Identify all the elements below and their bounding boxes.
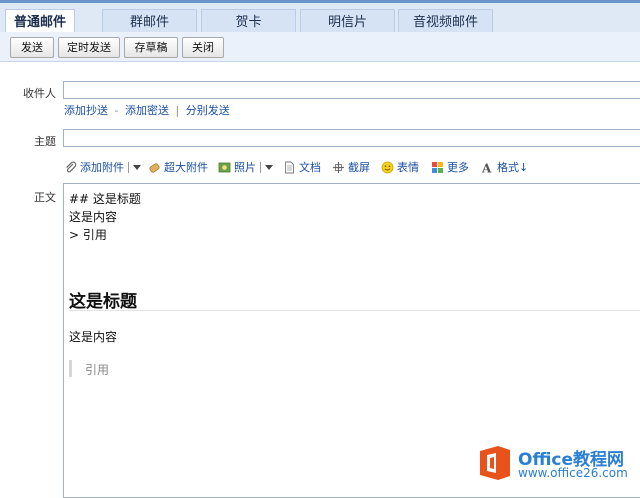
subject-label: 主题	[34, 135, 56, 148]
document-label: 文档	[299, 161, 321, 174]
send-button[interactable]: 发送	[10, 37, 54, 58]
close-button[interactable]: 关闭	[182, 37, 224, 58]
format-icon: A	[481, 161, 492, 174]
recipient-options: 添加抄送 - 添加密送 | 分别发送	[64, 102, 230, 118]
large-attachment-label: 超大附件	[164, 161, 208, 174]
emoji-label: 表情	[397, 161, 419, 174]
more-icon	[432, 161, 443, 173]
rendered-blockquote: 引用	[85, 363, 110, 377]
watermark-url: www.office26.com	[518, 466, 628, 480]
rendered-paragraph: 这是内容	[69, 330, 118, 344]
add-bcc-link[interactable]: 添加密送	[125, 104, 169, 117]
chevron-down-icon[interactable]	[133, 164, 141, 170]
chevron-down-icon[interactable]	[265, 164, 273, 170]
subject-field[interactable]	[63, 129, 640, 147]
to-label: 收件人	[23, 87, 56, 100]
divider	[260, 161, 261, 173]
screenshot-button[interactable]: 截屏	[332, 158, 370, 176]
body-label: 正文	[34, 191, 56, 204]
document-icon	[285, 161, 294, 173]
photo-icon	[218, 162, 231, 172]
add-attachment-button[interactable]: 添加附件	[64, 158, 141, 176]
save-draft-button[interactable]: 存草稿	[124, 37, 178, 58]
heading-divider	[69, 310, 640, 311]
markdown-quote-line: > 引用	[69, 228, 107, 242]
dash-separator: -	[114, 104, 119, 117]
photo-button[interactable]: 照片	[218, 158, 273, 176]
markdown-content-line: 这是内容	[69, 210, 118, 224]
scheduled-send-button[interactable]: 定时发送	[58, 37, 120, 58]
format-button[interactable]: A 格式↓	[481, 158, 528, 176]
add-attachment-label: 添加附件	[80, 161, 124, 174]
compose-type-tabbar: 普通邮件 群邮件 贺卡 明信片 音视频邮件	[0, 0, 640, 36]
separate-send-link[interactable]: 分别发送	[186, 104, 230, 117]
paperclip-icon	[66, 161, 77, 172]
emoji-button[interactable]: 表情	[381, 158, 419, 176]
compose-toolbar: 发送 定时发送 存草稿 关闭	[0, 32, 640, 62]
divider	[128, 161, 129, 173]
pipe-separator: |	[175, 104, 180, 117]
office-logo-icon	[480, 446, 510, 480]
large-attachment-icon	[149, 162, 160, 173]
large-attachment-button[interactable]: 超大附件	[148, 158, 208, 176]
photo-label: 照片	[234, 161, 256, 174]
markdown-heading-line: ## 这是标题	[69, 192, 141, 206]
svg-text:A: A	[481, 161, 492, 174]
attachment-toolbar: 添加附件 超大附件 照片 文档 截屏 表情 更多 A 格式↓	[64, 158, 640, 176]
more-label: 更多	[447, 161, 469, 174]
add-cc-link[interactable]: 添加抄送	[64, 104, 108, 117]
more-button[interactable]: 更多	[431, 158, 469, 176]
office26-watermark: Office教程网 www.office26.com	[474, 443, 640, 493]
blockquote-bar	[69, 360, 72, 377]
to-field[interactable]	[63, 81, 640, 99]
emoji-icon	[381, 161, 394, 173]
screenshot-icon	[333, 161, 344, 173]
rendered-heading: 这是标题	[69, 292, 137, 312]
document-button[interactable]: 文档	[283, 158, 321, 176]
screenshot-label: 截屏	[348, 161, 370, 174]
format-label: 格式↓	[497, 161, 529, 174]
